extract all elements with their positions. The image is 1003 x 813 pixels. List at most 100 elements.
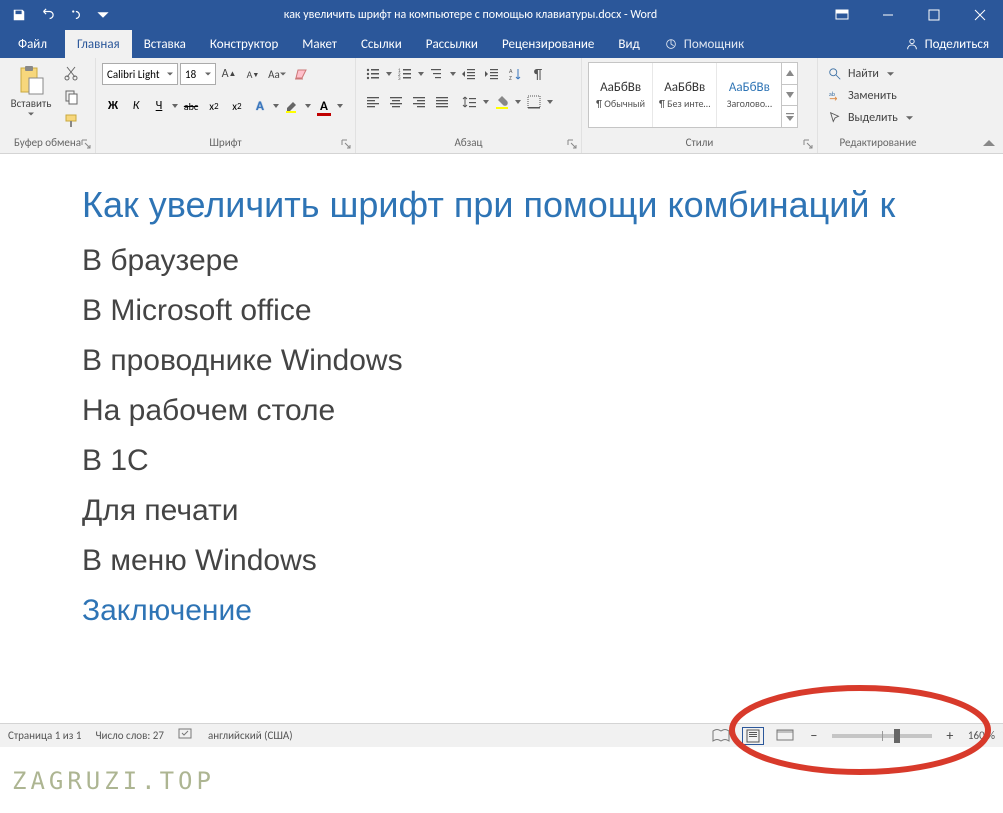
minimize-button[interactable] bbox=[865, 0, 911, 30]
font-size-combo[interactable]: 18 bbox=[180, 63, 216, 85]
cut-button[interactable] bbox=[60, 62, 82, 84]
page: Как увеличить шрифт при помощи комбинаци… bbox=[0, 154, 1003, 628]
collapse-ribbon-button[interactable] bbox=[979, 135, 999, 151]
borders-button[interactable] bbox=[523, 91, 545, 113]
save-button[interactable] bbox=[6, 2, 32, 28]
text-effects-button[interactable]: A bbox=[249, 95, 271, 117]
close-button[interactable] bbox=[957, 0, 1003, 30]
decrease-indent-button[interactable] bbox=[458, 63, 480, 85]
below-window-area: ZAGRUZI.TOP bbox=[0, 747, 1003, 813]
align-right-button[interactable] bbox=[408, 91, 430, 113]
view-print-button[interactable] bbox=[742, 727, 764, 745]
shading-button[interactable] bbox=[491, 91, 513, 113]
multilevel-list-button[interactable] bbox=[426, 63, 448, 85]
increase-indent-button[interactable] bbox=[481, 63, 503, 85]
tab-insert[interactable]: Вставка bbox=[132, 30, 198, 58]
italic-button[interactable]: К bbox=[125, 95, 147, 117]
document-area[interactable]: Как увеличить шрифт при помощи комбинаци… bbox=[0, 154, 1003, 723]
status-language[interactable]: английский (США) bbox=[208, 729, 293, 742]
select-button[interactable]: Выделить bbox=[824, 108, 917, 128]
paste-button[interactable]: Вставить bbox=[6, 62, 56, 130]
zoom-level[interactable]: 160 % bbox=[968, 729, 995, 742]
line-spacing-button[interactable] bbox=[459, 91, 481, 113]
align-left-button[interactable] bbox=[362, 91, 384, 113]
clipboard-dialog-launcher[interactable] bbox=[79, 137, 93, 151]
view-web-button[interactable] bbox=[774, 727, 796, 745]
format-painter-button[interactable] bbox=[60, 110, 82, 132]
multilevel-dropdown[interactable] bbox=[449, 63, 457, 85]
tab-review[interactable]: Рецензирование bbox=[490, 30, 606, 58]
view-read-button[interactable] bbox=[710, 727, 732, 745]
qat-customize-button[interactable] bbox=[90, 2, 116, 28]
gallery-more-button[interactable] bbox=[782, 106, 797, 127]
status-proofing-icon[interactable] bbox=[178, 727, 194, 744]
tell-me-button[interactable]: Помощник bbox=[652, 30, 756, 58]
replace-button[interactable]: ab Заменить bbox=[824, 86, 917, 106]
tab-mailings[interactable]: Рассылки bbox=[414, 30, 490, 58]
title-bar: как увеличить шрифт на компьютере с помо… bbox=[0, 0, 1003, 30]
change-case-button[interactable]: Aa bbox=[266, 63, 288, 85]
status-word-count[interactable]: Число слов: 27 bbox=[95, 729, 164, 742]
strikethrough-button[interactable]: abc bbox=[180, 95, 202, 117]
gallery-down-button[interactable] bbox=[782, 85, 797, 107]
tab-design[interactable]: Конструктор bbox=[198, 30, 290, 58]
paragraph-dialog-launcher[interactable] bbox=[565, 137, 579, 151]
superscript-button[interactable]: x2 bbox=[226, 95, 248, 117]
find-button[interactable]: Найти bbox=[824, 64, 917, 84]
borders-dropdown[interactable] bbox=[546, 91, 554, 113]
font-color-button[interactable]: A bbox=[313, 95, 335, 117]
tab-file[interactable]: Файл bbox=[0, 30, 65, 58]
style-no-spacing[interactable]: АаБбВв ¶ Без инте… bbox=[653, 63, 717, 127]
numbering-button[interactable]: 123 bbox=[394, 63, 416, 85]
tab-layout[interactable]: Макет bbox=[290, 30, 349, 58]
share-button[interactable]: Поделиться bbox=[891, 30, 1003, 58]
zoom-slider-thumb[interactable] bbox=[894, 729, 900, 743]
doc-heading-1: Как увеличить шрифт при помощи комбинаци… bbox=[82, 184, 1003, 226]
highlight-button[interactable] bbox=[281, 95, 303, 117]
ribbon-display-options-button[interactable] bbox=[819, 0, 865, 30]
styles-gallery[interactable]: АаБбВв ¶ Обычный АаБбВв ¶ Без инте… АаБб… bbox=[588, 62, 798, 128]
zoom-slider[interactable] bbox=[832, 734, 932, 738]
align-center-button[interactable] bbox=[385, 91, 407, 113]
zoom-in-button[interactable]: + bbox=[942, 728, 958, 744]
zoom-out-button[interactable]: − bbox=[806, 728, 822, 744]
gallery-up-button[interactable] bbox=[782, 63, 797, 85]
tab-view[interactable]: Вид bbox=[606, 30, 651, 58]
ribbon: Вставить Буфер обмена Calibri Light 18 A… bbox=[0, 58, 1003, 154]
maximize-button[interactable] bbox=[911, 0, 957, 30]
style-normal[interactable]: АаБбВв ¶ Обычный bbox=[589, 63, 653, 127]
justify-button[interactable] bbox=[431, 91, 453, 113]
grow-font-button[interactable]: A▲ bbox=[218, 63, 240, 85]
group-label-clipboard: Буфер обмена bbox=[6, 135, 89, 151]
status-bar: Страница 1 из 1 Число слов: 27 английски… bbox=[0, 723, 1003, 747]
show-marks-button[interactable]: ¶ bbox=[527, 63, 549, 85]
subscript-button[interactable]: x2 bbox=[203, 95, 225, 117]
doc-section: В 1С bbox=[82, 444, 1003, 478]
styles-dialog-launcher[interactable] bbox=[801, 137, 815, 151]
numbering-dropdown[interactable] bbox=[417, 63, 425, 85]
undo-button[interactable] bbox=[34, 2, 60, 28]
group-paragraph: 123 AZ ¶ А bbox=[356, 58, 582, 153]
redo-button[interactable] bbox=[62, 2, 88, 28]
bullets-dropdown[interactable] bbox=[385, 63, 393, 85]
shrink-font-button[interactable]: A▼ bbox=[242, 63, 264, 85]
underline-dropdown[interactable] bbox=[171, 95, 179, 117]
copy-button[interactable] bbox=[60, 86, 82, 108]
bold-button[interactable]: Ж bbox=[102, 95, 124, 117]
shading-dropdown[interactable] bbox=[514, 91, 522, 113]
font-name-combo[interactable]: Calibri Light bbox=[102, 63, 178, 85]
style-heading1[interactable]: АаБбВв Заголово… bbox=[717, 63, 781, 127]
highlight-dropdown[interactable] bbox=[304, 95, 312, 117]
line-spacing-dropdown[interactable] bbox=[482, 91, 490, 113]
group-font: Calibri Light 18 A▲ A▼ Aa Ж К Ч abc x2 x… bbox=[96, 58, 356, 153]
tab-home[interactable]: Главная bbox=[65, 30, 132, 58]
underline-button[interactable]: Ч bbox=[148, 95, 170, 117]
font-dialog-launcher[interactable] bbox=[339, 137, 353, 151]
text-effects-dropdown[interactable] bbox=[272, 95, 280, 117]
sort-button[interactable]: AZ bbox=[504, 63, 526, 85]
font-color-dropdown[interactable] bbox=[336, 95, 344, 117]
clear-formatting-button[interactable] bbox=[290, 63, 312, 85]
bullets-button[interactable] bbox=[362, 63, 384, 85]
tab-references[interactable]: Ссылки bbox=[349, 30, 414, 58]
status-page[interactable]: Страница 1 из 1 bbox=[8, 729, 81, 742]
